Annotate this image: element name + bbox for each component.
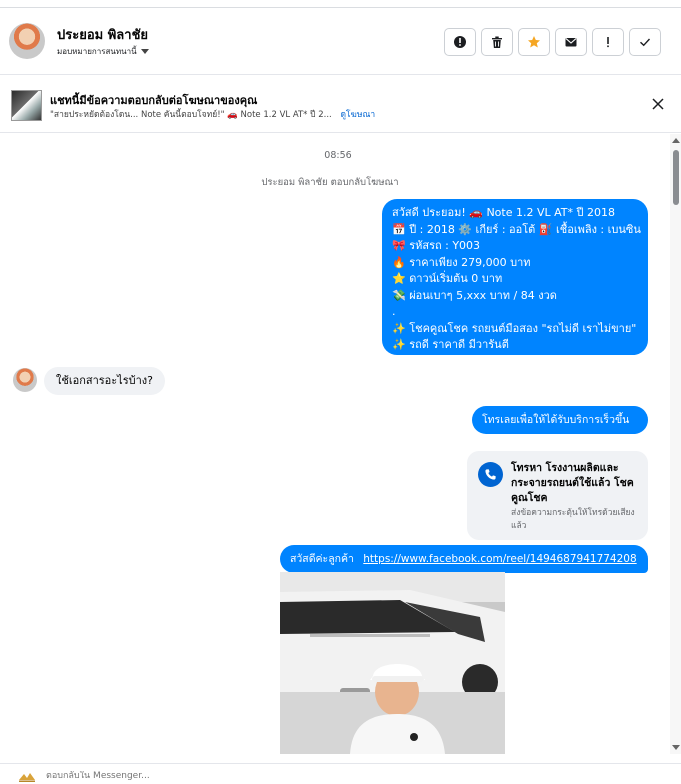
- thread-scrollbar[interactable]: [670, 134, 681, 754]
- delete-button[interactable]: [481, 28, 513, 56]
- assign-conversation-dropdown[interactable]: มอบหมายการสนทนานี้: [57, 45, 149, 58]
- message-thread: 08:56 ประยอม พิลาชัย ตอบกลับโฆษณา สวัสดี…: [0, 134, 670, 754]
- scroll-up-arrow-icon[interactable]: [672, 138, 680, 143]
- message-composer: [0, 763, 681, 784]
- scroll-down-arrow-icon[interactable]: [672, 745, 680, 750]
- contact-name[interactable]: ประยอม พิลาชัย: [57, 24, 148, 45]
- header-actions: [444, 28, 661, 56]
- page-logo-icon: [19, 773, 35, 782]
- ad-thumbnail[interactable]: [11, 90, 42, 121]
- message-line: ⭐ ดาวน์เริ่มต้น 0 บาท: [392, 272, 503, 285]
- contact-avatar[interactable]: [9, 23, 45, 59]
- caret-down-icon: [140, 49, 149, 54]
- scroll-thumb[interactable]: [673, 150, 679, 205]
- star-icon: [528, 36, 540, 48]
- spam-button[interactable]: [592, 28, 624, 56]
- envelope-icon: [565, 38, 577, 47]
- message-timestamp: 08:56: [324, 150, 352, 161]
- trash-icon: [492, 36, 502, 48]
- sender-avatar[interactable]: [13, 368, 37, 392]
- incoming-message-bubble[interactable]: ใช้เอกสารอะไรบ้าง?: [44, 367, 165, 395]
- message-line: 🎀 รหัสรถ : Y003: [392, 239, 481, 252]
- reel-link[interactable]: https://www.facebook.com/reel/1494687941…: [363, 553, 636, 565]
- view-ad-link[interactable]: ดูโฆษณา: [340, 110, 375, 120]
- greeting-text: สวัสดีค่ะลูกค้า: [290, 553, 354, 565]
- ad-reply-banner: แชทนี้มีข้อความตอบกลับต่อโฆษณาของคุณ "สา…: [0, 76, 681, 133]
- conversation-header: ประยอม พิลาชัย มอบหมายการสนทนานี้: [0, 8, 681, 75]
- reel-link-bubble[interactable]: สวัสดีค่ะลูกค้า https://www.facebook.com…: [280, 545, 648, 573]
- message-line: 📅 ปี : 2018 ⚙️ เกียร์ : ออโต้ ⛽ เชื้อเพล…: [392, 222, 641, 236]
- phone-icon: [478, 462, 503, 487]
- exclamation-icon: [607, 37, 609, 48]
- ad-message-bubble[interactable]: สวัสดี ประยอม! 🚗 Note 1.2 VL AT* ปี 2018…: [382, 199, 648, 355]
- ad-snippet: "สายประหยัดต้องโดน... Note คันนี้ตอบโจทย…: [50, 110, 332, 120]
- mark-unread-button[interactable]: [555, 28, 587, 56]
- message-line: สวัสดี ประยอม! 🚗 Note 1.2 VL AT* ปี 2018: [392, 206, 615, 219]
- ad-banner-subtitle: "สายประหยัดต้องโดน... Note คันนี้ตอบโจทย…: [50, 107, 375, 121]
- call-card-title: โทรหา โรงงานผลิตและกระจายรถยนต์ใช้แล้ว โ…: [511, 462, 634, 504]
- message-line: 💸 ผ่อนเบาๆ 5,xxx บาท / 84 งวด: [392, 288, 557, 302]
- checkmark-icon: [640, 38, 651, 47]
- call-card[interactable]: โทรหา โรงงานผลิตและกระจายรถยนต์ใช้แล้ว โ…: [467, 451, 648, 540]
- message-line: ✨ รถดี ราคาดี มีวารันตี: [392, 338, 509, 351]
- report-button[interactable]: [444, 28, 476, 56]
- message-line: .: [392, 305, 396, 318]
- call-card-subtitle: ส่งข้อความกระตุ้นให้โทรด้วยเสียงแล้ว: [511, 508, 635, 531]
- message-line: ✨ โชคคูณโชค รถยนต์มือสอง "รถไม่ดี เราไม่…: [392, 321, 637, 335]
- ad-reply-note: ประยอม พิลาชัย ตอบกลับโฆษณา: [261, 177, 399, 188]
- star-button[interactable]: [518, 28, 550, 56]
- reply-input[interactable]: [46, 771, 446, 781]
- call-prompt-bubble[interactable]: โทรเลยเพื่อให้ได้รับบริการเร็วขึ้น: [472, 406, 648, 434]
- mark-done-button[interactable]: [629, 28, 661, 56]
- close-icon[interactable]: [651, 97, 665, 111]
- message-line: 🔥 ราคาเพียง 279,000 บาท: [392, 255, 531, 269]
- alert-circle-icon: [454, 36, 466, 48]
- assign-label: มอบหมายการสนทนานี้: [57, 47, 137, 56]
- reel-preview-image[interactable]: [280, 572, 505, 754]
- reel-photo: [280, 572, 505, 754]
